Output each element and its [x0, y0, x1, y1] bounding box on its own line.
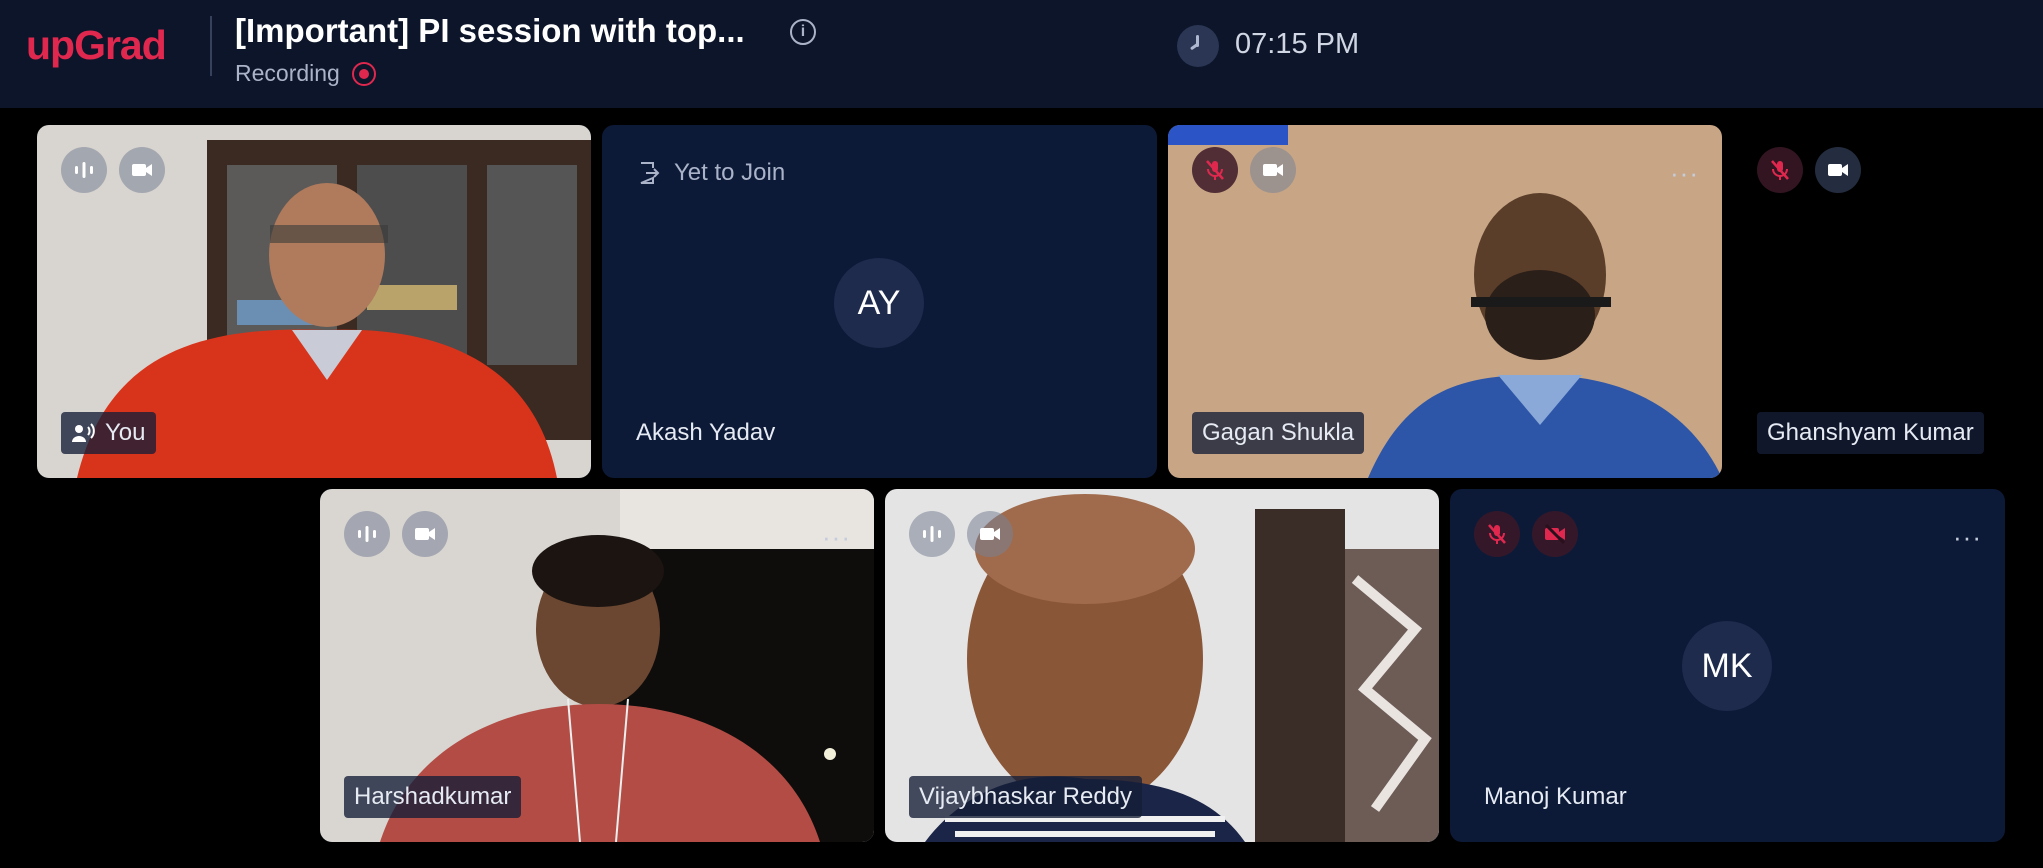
participant-tile-you[interactable]: You	[37, 125, 591, 478]
meeting-header: upGrad [Important] PI session with top..…	[0, 0, 2043, 108]
camera-icon[interactable]	[402, 511, 448, 557]
participant-avatar: AY	[834, 258, 924, 348]
speaker-icon	[71, 421, 95, 445]
info-icon[interactable]: i	[790, 19, 816, 45]
more-options-icon[interactable]: ···	[822, 524, 852, 550]
camera-icon[interactable]	[1815, 147, 1861, 193]
participant-tile-vijaybhaskar[interactable]: Vijaybhaskar Reddy	[885, 489, 1439, 842]
mic-muted-icon[interactable]	[1474, 511, 1520, 557]
participant-tile-gagan[interactable]: ··· Gagan Shukla	[1168, 125, 1722, 478]
mic-muted-icon[interactable]	[1757, 147, 1803, 193]
clock-icon	[1177, 25, 1219, 67]
header-divider	[210, 16, 212, 76]
audio-activity-icon[interactable]	[61, 147, 107, 193]
mic-muted-icon[interactable]	[1192, 147, 1238, 193]
participant-name: Gagan Shukla	[1192, 412, 1365, 454]
recording-icon	[352, 62, 376, 86]
participant-name: Manoj Kumar	[1484, 783, 1627, 810]
audio-activity-icon[interactable]	[344, 511, 390, 557]
participant-tile-manoj[interactable]: ··· MK Manoj Kumar	[1450, 489, 2005, 842]
clock-time: 07:15 PM	[1235, 28, 1360, 60]
upgrad-logo: upGrad	[26, 22, 167, 68]
session-title: [Important] PI session with top...	[235, 12, 745, 49]
camera-icon[interactable]	[1250, 147, 1296, 193]
audio-activity-icon[interactable]	[909, 511, 955, 557]
yet-to-join-icon	[640, 162, 660, 184]
participant-name: Vijaybhaskar Reddy	[909, 776, 1143, 818]
participant-tile-ghanshyam[interactable]: Ghanshyam Kumar	[1733, 125, 2033, 478]
participant-tile-akash[interactable]: Yet to Join AY Akash Yadav	[602, 125, 1157, 478]
more-options-icon[interactable]: ···	[1953, 524, 1983, 550]
camera-off-icon[interactable]	[1532, 511, 1578, 557]
yet-to-join-label: Yet to Join	[674, 159, 786, 186]
participant-name: Ghanshyam Kumar	[1757, 412, 1984, 454]
camera-icon[interactable]	[967, 511, 1013, 557]
participant-name: You	[61, 412, 156, 454]
participant-tile-harshad[interactable]: ··· Harshadkumar	[320, 489, 874, 842]
participant-name: Harshadkumar	[344, 776, 522, 818]
recording-label: Recording	[235, 60, 340, 86]
participant-name: Akash Yadav	[636, 419, 776, 446]
more-options-icon[interactable]: ···	[1670, 160, 1700, 186]
participant-avatar: MK	[1682, 621, 1772, 711]
camera-icon[interactable]	[119, 147, 165, 193]
